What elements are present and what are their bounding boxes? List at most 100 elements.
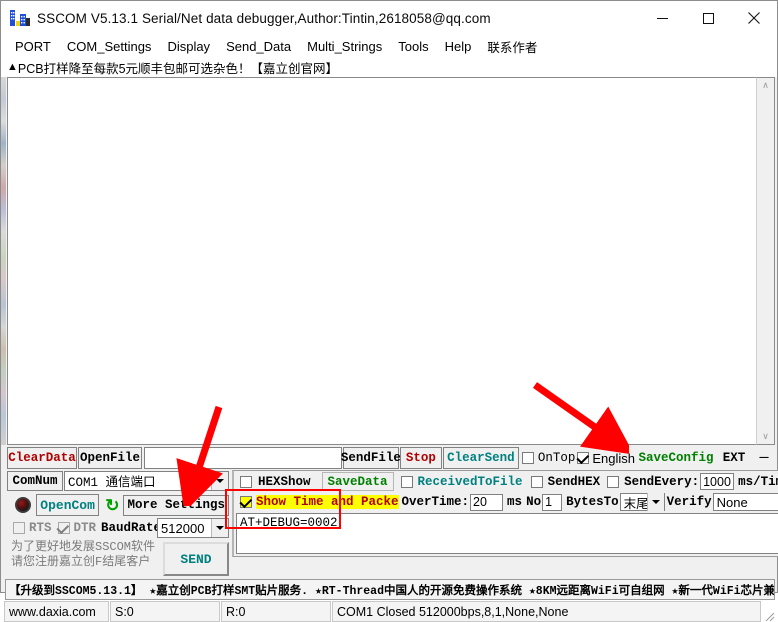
english-group[interactable]: English	[577, 447, 635, 469]
over-time-label: OverTime:	[401, 495, 470, 509]
com-num-label: ComNum	[7, 470, 63, 491]
baud-rate-label: BaudRate	[101, 521, 162, 535]
send-file-button[interactable]: SendFile	[341, 447, 401, 469]
over-time-input[interactable]: 20	[470, 493, 504, 511]
options-row-2: Show Time and Packe OverTime: 20 ms No 1…	[234, 492, 778, 512]
maximize-button[interactable]	[685, 1, 731, 35]
baud-row: RTS DTR BaudRate 512000	[7, 518, 229, 538]
received-to-file-checkbox[interactable]	[400, 475, 413, 488]
menu-item-help[interactable]: Help	[437, 38, 480, 55]
menu-item-contact-author[interactable]: 联系作者	[479, 36, 545, 57]
menu-item-display[interactable]: Display	[159, 38, 218, 55]
send-hex-label: SendHEX	[547, 474, 601, 489]
on-top-label: OnTop	[537, 451, 576, 465]
collapse-button[interactable]: ─	[753, 447, 775, 469]
on-top-group[interactable]: OnTop	[521, 447, 576, 469]
application-window: SSCOM V5.13.1 Serial/Net data debugger,A…	[0, 0, 778, 622]
register-note-line2: 请您注册嘉立创F结尾客户	[11, 555, 151, 569]
menu-item-tools[interactable]: Tools	[390, 38, 436, 55]
status-website[interactable]: www.daxia.com	[4, 601, 109, 622]
more-settings-button[interactable]: More Settings	[123, 494, 229, 516]
port-settings-panel: ComNum COM1 通信端口 OpenCom ↻ More Settings…	[7, 470, 229, 578]
menu-item-multi-strings[interactable]: Multi_Strings	[299, 38, 390, 55]
send-button[interactable]: SEND	[163, 542, 229, 576]
no-input[interactable]: 1	[542, 493, 563, 511]
bytes-to-label: BytesTo	[566, 495, 619, 509]
sscom-app-icon	[9, 8, 31, 28]
com-num-combo[interactable]: COM1 通信端口	[64, 470, 229, 491]
com-num-value: COM1 通信端口	[68, 476, 156, 490]
options-panel: HEXShow SaveData ReceivedToFile SendHEX …	[232, 470, 778, 557]
send-every-checkbox[interactable]	[607, 475, 620, 488]
triangle-icon: ▲	[7, 61, 18, 73]
com-num-row: ComNum COM1 通信端口	[7, 470, 229, 491]
promo-line[interactable]: ▲ PCB打样降至每款5元顺丰包邮可选杂色！ 【嘉立创官网】	[1, 57, 777, 77]
clear-data-button[interactable]: ClearData	[7, 447, 77, 469]
status-received-count: R:0	[221, 601, 331, 622]
chevron-down-icon[interactable]	[211, 471, 228, 490]
hex-show-checkbox[interactable]	[240, 475, 252, 488]
chevron-down-icon-baud[interactable]	[211, 519, 228, 537]
status-connection: COM1 Closed 512000bps,8,1,None,None	[332, 601, 761, 622]
english-checkbox[interactable]	[577, 452, 590, 464]
register-note: 为了更好地发展SSCOM软件 请您注册嘉立创F结尾客户	[11, 540, 155, 570]
ad-banner[interactable]: 【升级到SSCOM5.13.1】 ★嘉立创PCB打样SMT贴片服务. ★RT-T…	[5, 579, 775, 600]
show-time-label: Show Time and Packe	[256, 495, 399, 509]
title-bar: SSCOM V5.13.1 Serial/Net data debugger,A…	[1, 1, 777, 35]
receive-area-wrapper: ∧ ∨	[1, 77, 775, 445]
register-row: 为了更好地发展SSCOM软件 请您注册嘉立创F结尾客户 SEND	[7, 540, 229, 578]
scroll-down-icon[interactable]: ∨	[762, 429, 769, 444]
file-path-input[interactable]	[144, 447, 342, 469]
file-toolbar: ClearData OpenFile SendFile Stop ClearSe…	[7, 447, 775, 469]
close-button[interactable]	[731, 1, 777, 35]
control-panel: ComNum COM1 通信端口 OpenCom ↻ More Settings…	[7, 470, 778, 578]
baud-rate-combo[interactable]: 512000	[157, 518, 229, 538]
save-data-button[interactable]: SaveData	[321, 472, 394, 491]
rts-label: RTS	[29, 521, 52, 535]
promo-link[interactable]: 【嘉立创官网】	[251, 58, 339, 77]
save-config-button[interactable]: SaveConfig	[637, 447, 715, 469]
hex-show-label: HEXShow	[258, 474, 311, 489]
send-hex-checkbox[interactable]	[530, 475, 543, 488]
open-com-button[interactable]: OpenCom	[36, 494, 100, 516]
english-label: English	[592, 450, 635, 466]
baud-rate-value: 512000	[161, 520, 205, 536]
show-time-checkbox[interactable]	[240, 496, 252, 508]
connection-led-icon	[15, 497, 31, 513]
ext-button[interactable]: EXT	[716, 447, 752, 469]
send-every-input[interactable]: 1000	[700, 473, 735, 490]
on-top-checkbox[interactable]	[521, 452, 534, 464]
bytes-to-combo[interactable]: 末尾	[619, 493, 665, 512]
menu-item-port[interactable]: PORT	[7, 38, 59, 55]
verify-label: Verify	[666, 495, 712, 509]
menu-item-com-settings[interactable]: COM_Settings	[59, 38, 160, 55]
window-controls	[639, 1, 777, 35]
bytes-to-value: 末尾	[623, 497, 647, 512]
scroll-up-icon[interactable]: ∧	[762, 78, 769, 93]
status-sent-count: S:0	[110, 601, 220, 622]
window-title: SSCOM V5.13.1 Serial/Net data debugger,A…	[37, 10, 491, 26]
refresh-icon[interactable]: ↻	[105, 497, 119, 514]
status-bar: www.daxia.com S:0 R:0 COM1 Closed 512000…	[4, 601, 775, 622]
received-to-file-label: ReceivedToFile	[417, 474, 523, 489]
open-file-button[interactable]: OpenFile	[78, 447, 142, 469]
send-every-label: SendEvery:	[624, 474, 700, 489]
no-label: No	[526, 495, 542, 509]
menu-item-send-data[interactable]: Send_Data	[218, 38, 299, 55]
chevron-down-icon-bytesto[interactable]	[646, 493, 664, 511]
color-strip	[1, 77, 6, 445]
ms-tim-label: ms/Tim	[738, 474, 778, 489]
receive-text-area[interactable]	[7, 77, 756, 445]
rts-checkbox[interactable]	[13, 522, 25, 534]
minimize-button[interactable]	[639, 1, 685, 35]
dtr-label: DTR	[73, 521, 97, 535]
open-com-row: OpenCom ↻ More Settings	[7, 493, 229, 517]
register-note-line1: 为了更好地发展SSCOM软件	[11, 540, 156, 554]
clear-send-button[interactable]: ClearSend	[442, 447, 519, 469]
stop-button[interactable]: Stop	[399, 447, 442, 469]
dtr-checkbox[interactable]	[57, 522, 70, 534]
send-text-area[interactable]: AT+DEBUG=0002	[236, 513, 778, 554]
resize-grip-icon[interactable]	[761, 601, 775, 622]
verify-combo[interactable]: None	[712, 493, 778, 511]
receive-scrollbar[interactable]: ∧ ∨	[756, 77, 775, 445]
